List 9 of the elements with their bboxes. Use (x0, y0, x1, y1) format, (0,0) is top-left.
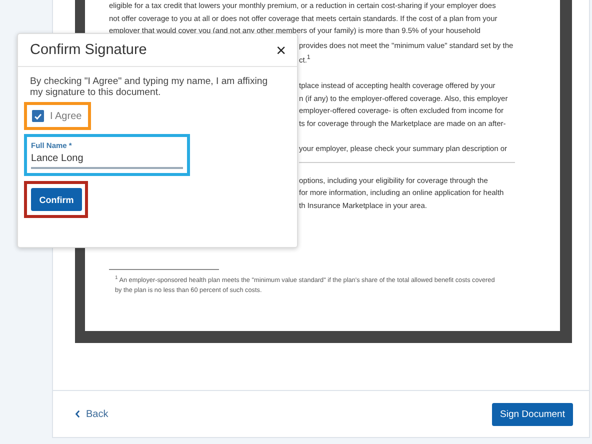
consent-text: By checking "I Agree" and typing my name, I am affixing my signature to this document. (30, 76, 269, 98)
checkbox-label: I Agree (50, 110, 82, 122)
confirm-button[interactable]: Confirm (31, 188, 82, 211)
chevron-left-icon (75, 410, 80, 418)
back-link[interactable]: Back (75, 408, 108, 420)
sign-document-button[interactable]: Sign Document (492, 402, 573, 426)
dialog-title: Confirm Signature (30, 42, 147, 58)
close-button[interactable]: × (276, 42, 286, 58)
agree-checkbox[interactable] (32, 110, 44, 122)
